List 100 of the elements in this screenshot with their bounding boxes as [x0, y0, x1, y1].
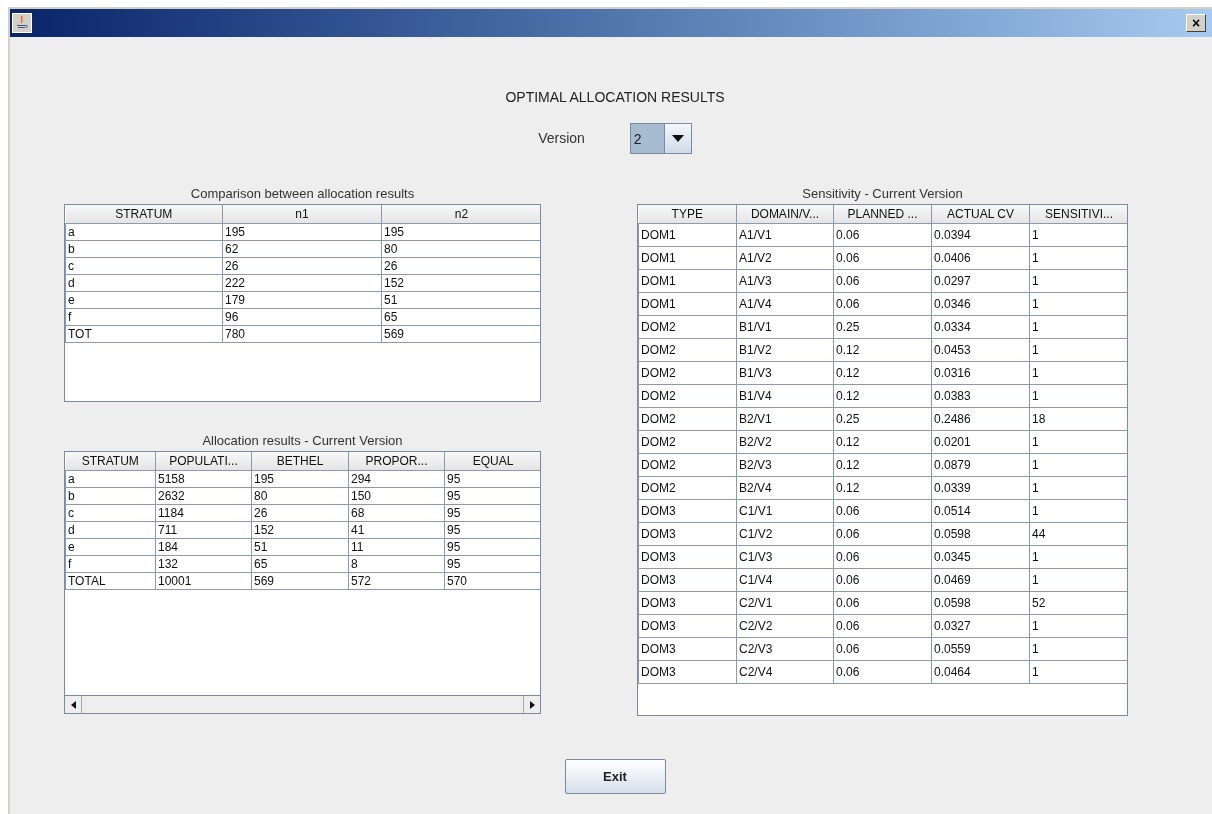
- table-cell: 0.0469: [931, 568, 1030, 592]
- table-cell: 65: [251, 555, 349, 573]
- table-cell: DOM3: [638, 499, 737, 523]
- table-cell: DOM1: [638, 223, 737, 247]
- table-cell: DOM2: [638, 361, 737, 385]
- table-cell: DOM2: [638, 453, 737, 477]
- caret-icon: [663, 124, 691, 153]
- table-cell: c: [65, 504, 156, 522]
- table-cell: C2/V2: [736, 614, 834, 638]
- version-dropdown[interactable]: 2: [629, 123, 692, 154]
- table-cell: 80: [251, 487, 349, 505]
- table-cell: 26: [222, 257, 382, 275]
- table-cell: 0.06: [833, 522, 932, 546]
- table-cell: DOM1: [638, 269, 737, 293]
- table-cell: 294: [348, 470, 445, 488]
- table-cell: B2/V2: [736, 430, 834, 454]
- table-cell: A1/V1: [736, 223, 834, 247]
- table-cell: 0.0316: [931, 361, 1030, 385]
- table-cell: 11: [348, 538, 445, 556]
- table-cell: DOM3: [638, 568, 737, 592]
- table-cell: e: [65, 538, 156, 556]
- table-cell: A1/V2: [736, 246, 834, 270]
- table-cell: TOT: [65, 325, 223, 343]
- exit-button[interactable]: Exit: [564, 759, 666, 794]
- column-header[interactable]: PROPOR...: [348, 452, 445, 471]
- table-cell: B2/V3: [736, 453, 834, 477]
- table-cell: C1/V3: [736, 545, 834, 569]
- table-cell: b: [65, 487, 156, 505]
- table-cell: 0.0559: [931, 637, 1030, 661]
- table-caption: Allocation results - Current Version: [201, 432, 404, 450]
- table-cell: 572: [348, 572, 445, 590]
- table-cell: 195: [222, 223, 382, 241]
- table-cell: DOM1: [638, 246, 737, 270]
- table-cell: 5158: [155, 470, 252, 488]
- dialog-heading: OPTIMAL ALLOCATION RESULTS: [504, 88, 726, 107]
- table-cell: C2/V3: [736, 637, 834, 661]
- table-cell: 0.06: [833, 246, 932, 270]
- column-header[interactable]: n2: [381, 205, 540, 224]
- table-cell: DOM2: [638, 430, 737, 454]
- close-button[interactable]: ×: [1186, 14, 1206, 32]
- table-cell: C2/V4: [736, 660, 834, 684]
- table-cell: 0.0383: [931, 384, 1030, 408]
- table-cell: 0.06: [833, 292, 932, 316]
- table-cell: 96: [222, 308, 382, 326]
- table-cell: 10001: [155, 572, 252, 590]
- table-cell: 569: [251, 572, 349, 590]
- table-cell: DOM2: [638, 338, 737, 362]
- table-cell: B1/V4: [736, 384, 834, 408]
- column-header[interactable]: n1: [222, 205, 382, 224]
- table-cell: 0.0406: [931, 246, 1030, 270]
- table-cell: 0.0345: [931, 545, 1030, 569]
- table-cell: 26: [251, 504, 349, 522]
- column-header[interactable]: ACTUAL CV: [931, 205, 1030, 224]
- table-cell: DOM2: [638, 476, 737, 500]
- table-cell: A1/V3: [736, 269, 834, 293]
- table-cell: f: [65, 308, 223, 326]
- table-cell: A1/V4: [736, 292, 834, 316]
- column-header[interactable]: DOMAIN/V...: [736, 205, 834, 224]
- table-cell: DOM3: [638, 637, 737, 661]
- table-cell: 184: [155, 538, 252, 556]
- table-cell: TOTAL: [65, 572, 156, 590]
- column-header[interactable]: BETHEL: [251, 452, 349, 471]
- table-cell: B1/V1: [736, 315, 834, 339]
- table-cell: 0.06: [833, 499, 932, 523]
- table-cell: B1/V3: [736, 361, 834, 385]
- table-cell: 0.0879: [931, 453, 1030, 477]
- table-cell: 0.06: [833, 568, 932, 592]
- table-cell: 0.25: [833, 407, 932, 431]
- table-cell: DOM2: [638, 315, 737, 339]
- table-cell: DOM3: [638, 522, 737, 546]
- table-cell: d: [65, 274, 223, 292]
- column-header[interactable]: STRATUM: [65, 452, 156, 471]
- column-header[interactable]: STRATUM: [65, 205, 223, 224]
- horizontal-scrollbar[interactable]: [65, 695, 540, 713]
- column-header[interactable]: PLANNED ...: [833, 205, 932, 224]
- table-cell: 0.2486: [931, 407, 1030, 431]
- table-cell: C1/V1: [736, 499, 834, 523]
- table-cell: 0.0464: [931, 660, 1030, 684]
- table-cell: 195: [251, 470, 349, 488]
- table-cell: 0.06: [833, 545, 932, 569]
- column-header[interactable]: POPULATI...: [155, 452, 252, 471]
- table-cell: DOM3: [638, 614, 737, 638]
- table-cell: 62: [222, 240, 382, 258]
- table-cell: 41: [348, 521, 445, 539]
- table-cell: C1/V4: [736, 568, 834, 592]
- table-cell: 0.0514: [931, 499, 1030, 523]
- table-cell: DOM3: [638, 591, 737, 615]
- table-cell: 0.0201: [931, 430, 1030, 454]
- column-header[interactable]: TYPE: [638, 205, 737, 224]
- table-cell: 0.06: [833, 223, 932, 247]
- column-header[interactable]: SENSITIVI...: [1029, 205, 1127, 224]
- column-header[interactable]: EQUAL: [444, 452, 540, 471]
- table-cell: 152: [251, 521, 349, 539]
- table-cell: 711: [155, 521, 252, 539]
- table-cell: 0.25: [833, 315, 932, 339]
- table-caption: Comparison between allocation results: [189, 185, 416, 203]
- table-cell: 0.0339: [931, 476, 1030, 500]
- table-cell: B2/V1: [736, 407, 834, 431]
- table-cell: 0.0598: [931, 522, 1030, 546]
- table-cell: 179: [222, 291, 382, 309]
